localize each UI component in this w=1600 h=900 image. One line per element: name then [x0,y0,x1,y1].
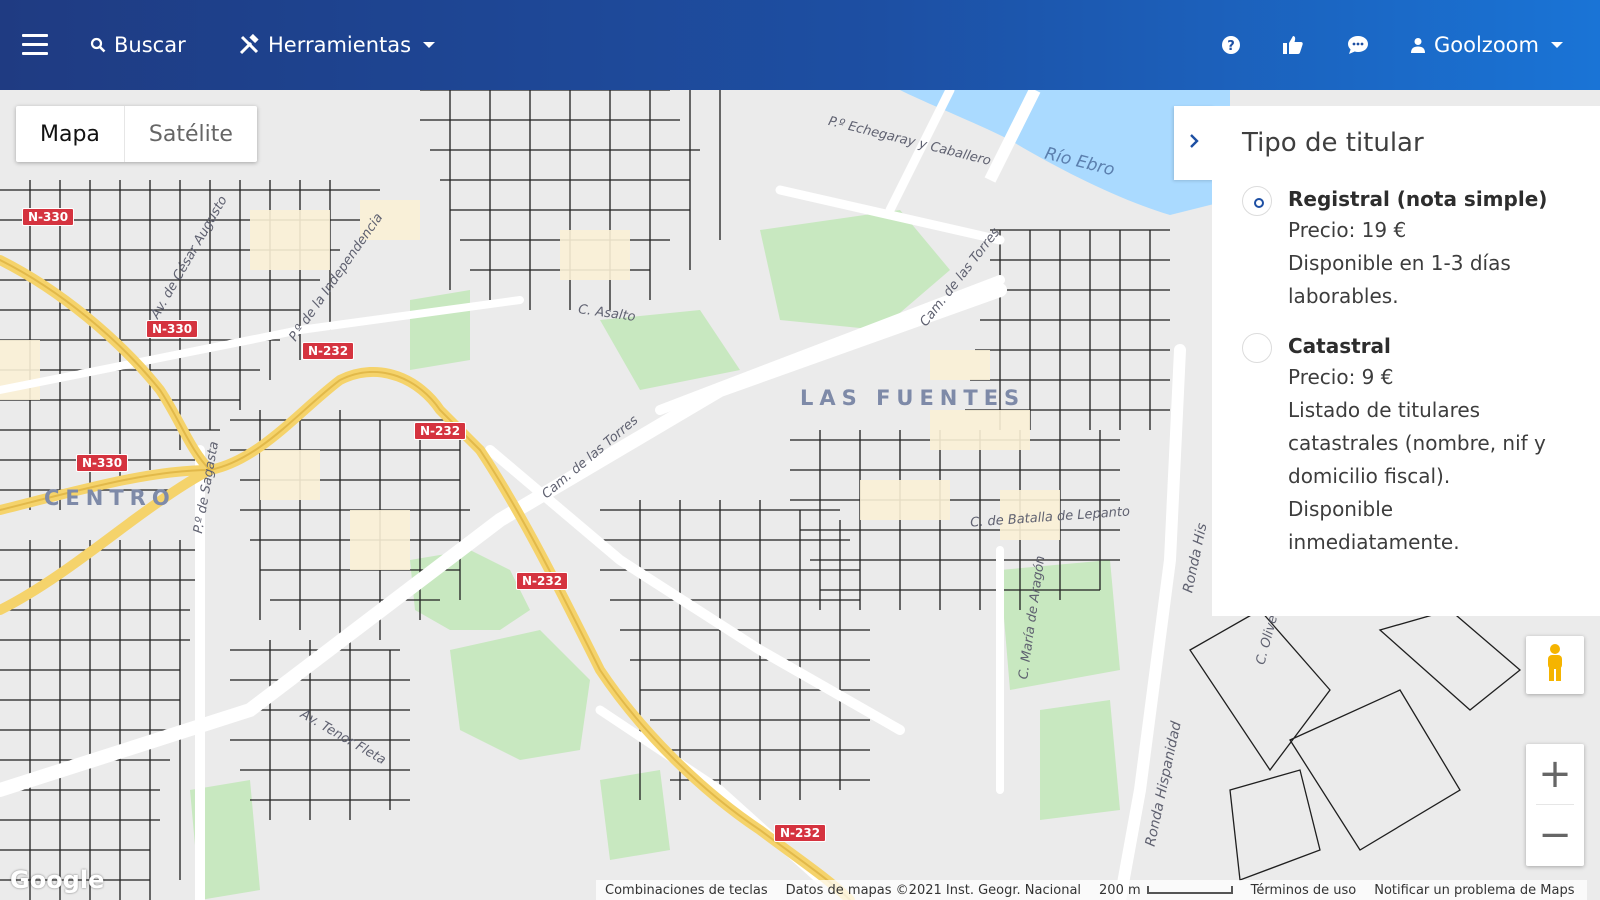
owner-type-panel: Tipo de titular Registral (nota simple) … [1212,106,1600,616]
search-button[interactable]: Buscar [90,0,186,90]
option-description-line: Disponible [1288,497,1394,521]
district-label: CENTRO [44,486,176,510]
user-name: Goolzoom [1434,33,1539,57]
radio-catastral[interactable] [1242,333,1272,363]
street-view-pegman[interactable] [1526,636,1584,694]
road-shield: N-232 [774,824,827,842]
radio-registral[interactable] [1242,186,1272,216]
chat-icon[interactable] [1346,33,1370,57]
map-attribution-bar: Combinaciones de teclas Datos de mapas ©… [596,880,1588,900]
option-description-line: Listado de titulares [1288,398,1481,422]
report-problem-link[interactable]: Notificar un problema de Maps [1365,883,1583,898]
road-shield: N-232 [302,342,355,360]
tools-menu[interactable]: Herramientas [238,0,436,90]
option-registral[interactable]: Registral (nota simple) Precio: 19 € Dis… [1242,184,1580,313]
chevron-down-icon [1550,42,1563,48]
menu-icon[interactable] [22,34,48,56]
user-icon [1410,37,1426,53]
google-logo: Google [10,866,105,894]
scale-indicator[interactable]: 200 m [1090,883,1242,898]
terms-link[interactable]: Términos de uso [1242,883,1366,898]
option-price: Precio: 19 € [1288,218,1407,242]
road-shield: N-330 [146,320,199,338]
option-description-line: laborables. [1288,284,1399,308]
option-name: Catastral [1288,334,1391,358]
chevron-right-icon [1188,133,1200,153]
road-shield: N-232 [414,422,467,440]
option-description-line: inmediatamente. [1288,530,1460,554]
option-catastral[interactable]: Catastral Precio: 9 € Listado de titular… [1242,331,1580,559]
road-shield: N-330 [22,208,75,226]
option-description-line: catastrales (nombre, nif y [1288,431,1546,455]
satellite-view-button[interactable]: Satélite [123,106,257,162]
keyboard-shortcuts-link[interactable]: Combinaciones de teclas [596,883,777,898]
scale-label: 200 m [1099,882,1141,898]
zoom-in-button[interactable]: + [1526,744,1584,804]
tools-icon [238,34,260,56]
option-name: Registral (nota simple) [1288,187,1548,211]
tools-label: Herramientas [268,33,412,57]
zoom-control: + − [1526,744,1584,866]
scale-bar [1146,886,1233,894]
panel-title: Tipo de titular [1242,128,1424,158]
map-data-text: Datos de mapas ©2021 Inst. Geogr. Nacion… [785,882,1082,898]
district-label: LAS FUENTES [800,386,1026,410]
top-navigation-bar: Buscar Herramientas ? Goolzoom [0,0,1600,90]
thumbs-up-icon[interactable] [1281,33,1305,57]
chevron-down-icon [423,42,436,48]
svg-text:?: ? [1227,39,1235,54]
help-icon[interactable]: ? [1219,33,1243,57]
pegman-icon [1543,643,1567,687]
option-description-line: Disponible en 1-3 días [1288,251,1511,275]
zoom-out-button[interactable]: − [1526,805,1584,865]
user-menu[interactable]: Goolzoom [1410,0,1563,90]
search-icon [90,37,106,53]
option-price: Precio: 9 € [1288,365,1394,389]
map-view-button[interactable]: Mapa [16,106,124,162]
search-label: Buscar [114,33,186,57]
road-shield: N-232 [516,572,569,590]
road-shield: N-330 [76,454,129,472]
panel-collapse-button[interactable] [1174,106,1214,180]
option-description-line: domicilio fiscal). [1288,464,1451,488]
map-type-control: Mapa Satélite [16,106,257,162]
